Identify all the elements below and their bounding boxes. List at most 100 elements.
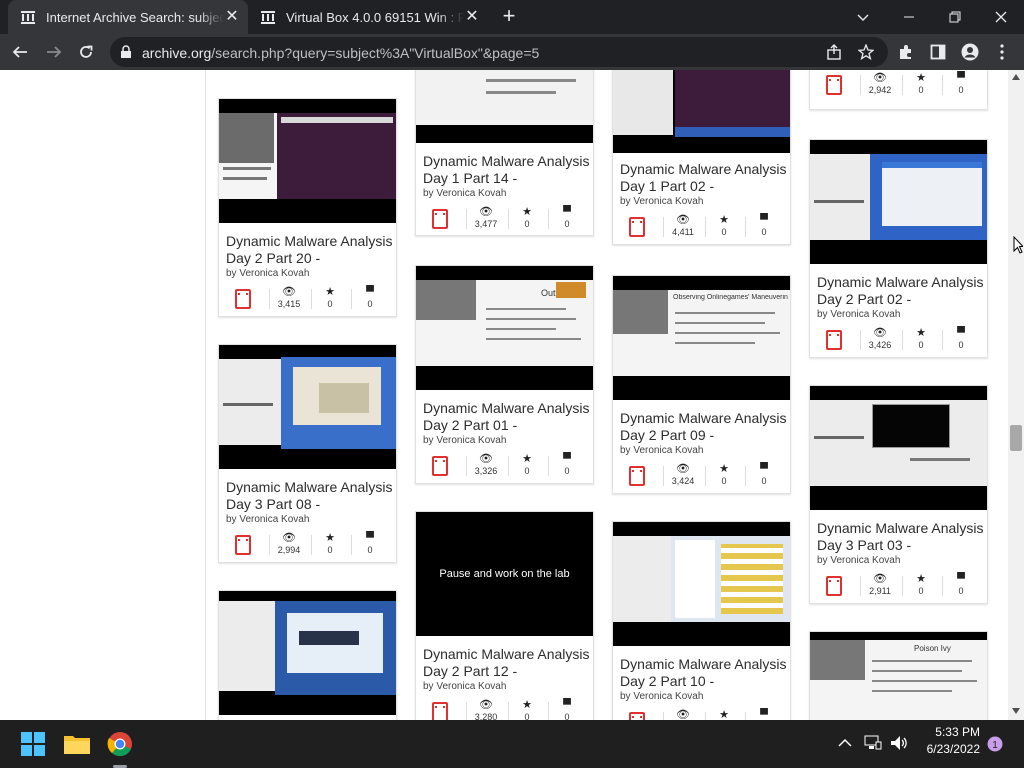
result-card[interactable]: Dynamic Malware Analysis Day 1 Part 14 -… bbox=[415, 70, 594, 236]
view-count: 2,994 bbox=[277, 545, 301, 555]
close-tab-icon[interactable]: ✕ bbox=[224, 9, 240, 25]
result-card[interactable]: Dynamic Malware Analysis Day 1 Part 02 -… bbox=[612, 70, 791, 245]
video-thumbnail[interactable] bbox=[810, 140, 987, 264]
item-author[interactable]: by Veronica Kovah bbox=[817, 555, 900, 566]
result-card[interactable]: Dynamic Malware Analysis Day 3 Part 08 -… bbox=[218, 344, 397, 563]
item-title[interactable]: Dynamic Malware Analysis Day 2 Part 12 - bbox=[423, 646, 593, 680]
minimize-icon[interactable] bbox=[886, 0, 932, 34]
notification-badge[interactable]: 1 bbox=[987, 736, 1003, 752]
archive-logo-icon bbox=[21, 11, 35, 24]
chrome-browser-icon[interactable] bbox=[104, 728, 136, 760]
star-favorites-icon: ★ bbox=[522, 206, 532, 218]
video-thumbnail[interactable] bbox=[219, 345, 396, 469]
item-author[interactable]: by Veronica Kovah bbox=[226, 268, 309, 279]
item-title[interactable]: Dynamic Malware Analysis Day 2 Part 10 - bbox=[620, 656, 790, 690]
result-card[interactable]: Dynamic Malware Analysis Day 2 Part 20 -… bbox=[218, 98, 397, 317]
forward-arrow-icon[interactable] bbox=[42, 40, 66, 64]
volume-speaker-icon[interactable] bbox=[890, 735, 908, 751]
favorite-count: 0 bbox=[524, 466, 530, 476]
star-favorites-icon: ★ bbox=[522, 453, 532, 465]
tab-search-chevron-down-icon[interactable] bbox=[840, 0, 886, 34]
comment-count: 0 bbox=[761, 227, 767, 237]
system-clock[interactable]: 5:33 PM 6/23/2022 bbox=[920, 724, 980, 758]
comment-bubble-icon: ▀ bbox=[563, 699, 571, 711]
item-stats: 👁 3,424 ★ 0 ▀ 0 bbox=[613, 462, 790, 492]
item-author[interactable]: by Veronica Kovah bbox=[423, 188, 506, 199]
comment-bubble-icon: ▀ bbox=[760, 463, 768, 475]
windows-taskbar: 1 bbox=[0, 720, 1024, 768]
item-title[interactable]: Dynamic Malware Analysis Day 2 Part 09 - bbox=[620, 410, 790, 444]
scroll-down-arrow-icon[interactable] bbox=[1012, 708, 1020, 714]
star-favorites-icon: ★ bbox=[916, 573, 926, 585]
page-scrollbar[interactable] bbox=[1008, 70, 1024, 720]
extensions-puzzle-icon[interactable] bbox=[894, 40, 918, 64]
windows-start-icon[interactable] bbox=[17, 728, 49, 760]
browser-tab-strip: Internet Archive Search: subject:" ✕ Vir… bbox=[0, 0, 1024, 34]
menu-kebab-icon[interactable] bbox=[990, 40, 1014, 64]
item-title[interactable]: Dynamic Malware Analysis Day 3 Part 08 - bbox=[226, 479, 396, 513]
comment-bubble-icon: ▀ bbox=[563, 206, 571, 218]
url-text[interactable]: archive.org/search.php?query=subject%3A"… bbox=[142, 45, 539, 61]
comment-bubble-icon: ▀ bbox=[760, 709, 768, 720]
video-thumbnail[interactable]: Outline bbox=[416, 266, 593, 390]
item-author[interactable]: by Veronica Kovah bbox=[620, 691, 703, 702]
share-icon[interactable] bbox=[826, 44, 842, 60]
result-card[interactable]: Dynamic Malware Analysis Day 3 Part 03 -… bbox=[809, 385, 988, 604]
item-author[interactable]: by Veronica Kovah bbox=[620, 445, 703, 456]
clock-time: 5:33 PM bbox=[935, 725, 980, 739]
item-author[interactable]: by Veronica Kovah bbox=[226, 514, 309, 525]
video-thumbnail[interactable]: Poison Ivy bbox=[810, 632, 987, 720]
result-card[interactable] bbox=[218, 590, 397, 720]
video-thumbnail[interactable] bbox=[219, 99, 396, 223]
file-explorer-folder-icon[interactable] bbox=[61, 728, 93, 760]
item-author[interactable]: by Veronica Kovah bbox=[817, 309, 900, 320]
item-title[interactable]: Dynamic Malware Analysis Day 2 Part 02 - bbox=[817, 274, 987, 308]
comment-bubble-icon: ▀ bbox=[957, 327, 965, 339]
result-card[interactable]: Poison Ivy bbox=[809, 631, 988, 720]
video-thumbnail[interactable]: Pause and work on the lab bbox=[416, 512, 593, 636]
page-viewport[interactable]: Dynamic Malware Analysis Day 2 Part 20 -… bbox=[0, 70, 1008, 720]
video-thumbnail[interactable] bbox=[219, 591, 396, 715]
restore-icon[interactable] bbox=[932, 0, 978, 34]
eye-views-icon: 👁 bbox=[676, 709, 690, 720]
scrollbar-thumb[interactable] bbox=[1010, 425, 1022, 451]
result-card[interactable]: Dynamic Malware Analysis Day 2 Part 10 -… bbox=[612, 521, 791, 720]
item-author[interactable]: by Veronica Kovah bbox=[423, 435, 506, 446]
item-title[interactable]: Dynamic Malware Analysis Day 2 Part 01 - bbox=[423, 400, 593, 434]
item-author[interactable]: by Veronica Kovah bbox=[620, 196, 703, 207]
network-icon[interactable] bbox=[864, 735, 882, 751]
bookmark-star-icon[interactable] bbox=[858, 44, 874, 60]
item-stats: 👁 4,411 ★ 0 ▀ 0 bbox=[613, 213, 790, 243]
result-card[interactable]: 👁 2,942 ★ 0 ▀ 0 bbox=[809, 70, 988, 110]
video-thumbnail[interactable] bbox=[810, 386, 987, 510]
result-card[interactable]: Observing Onlinegames' Maneuvering (1) D… bbox=[612, 275, 791, 494]
item-author[interactable]: by Veronica Kovah bbox=[423, 681, 506, 692]
close-window-icon[interactable] bbox=[978, 0, 1024, 34]
result-card[interactable]: Pause and work on the lab Dynamic Malwar… bbox=[415, 511, 594, 720]
profile-avatar-icon[interactable] bbox=[958, 40, 982, 64]
item-title[interactable]: Dynamic Malware Analysis Day 1 Part 14 - bbox=[423, 153, 593, 187]
movie-film-icon bbox=[432, 702, 448, 720]
tab-virtual-box[interactable]: Virtual Box 4.0.0 69151 Win : Free ✕ bbox=[248, 0, 488, 34]
video-thumbnail[interactable]: Observing Onlinegames' Maneuvering (1) bbox=[613, 276, 790, 400]
show-hidden-icons-chevron-up-icon[interactable] bbox=[838, 738, 852, 748]
view-count: 3,477 bbox=[474, 219, 498, 229]
item-title[interactable]: Dynamic Malware Analysis Day 3 Part 03 - bbox=[817, 520, 987, 554]
result-card[interactable]: Dynamic Malware Analysis Day 2 Part 02 -… bbox=[809, 139, 988, 358]
video-thumbnail[interactable] bbox=[416, 70, 593, 143]
lock-icon[interactable] bbox=[120, 45, 132, 59]
close-tab-icon[interactable]: ✕ bbox=[464, 9, 480, 25]
item-title[interactable]: Dynamic Malware Analysis Day 2 Part 20 - bbox=[226, 233, 396, 267]
back-arrow-icon[interactable] bbox=[8, 40, 32, 64]
tab-internet-archive-search[interactable]: Internet Archive Search: subject:" ✕ bbox=[8, 0, 248, 34]
new-tab-button[interactable]: + bbox=[498, 5, 520, 28]
result-card[interactable]: Outline Dynamic Malware Analysis Day 2 P… bbox=[415, 265, 594, 484]
comment-bubble-icon: ▀ bbox=[760, 214, 768, 226]
item-title[interactable]: Dynamic Malware Analysis Day 1 Part 02 - bbox=[620, 161, 790, 195]
side-panel-icon[interactable] bbox=[926, 40, 950, 64]
video-thumbnail[interactable] bbox=[613, 70, 790, 153]
address-bar[interactable]: archive.org/search.php?query=subject%3A"… bbox=[110, 37, 888, 67]
reload-icon[interactable] bbox=[74, 40, 98, 64]
scroll-up-arrow-icon[interactable] bbox=[1012, 74, 1020, 80]
video-thumbnail[interactable] bbox=[613, 522, 790, 646]
